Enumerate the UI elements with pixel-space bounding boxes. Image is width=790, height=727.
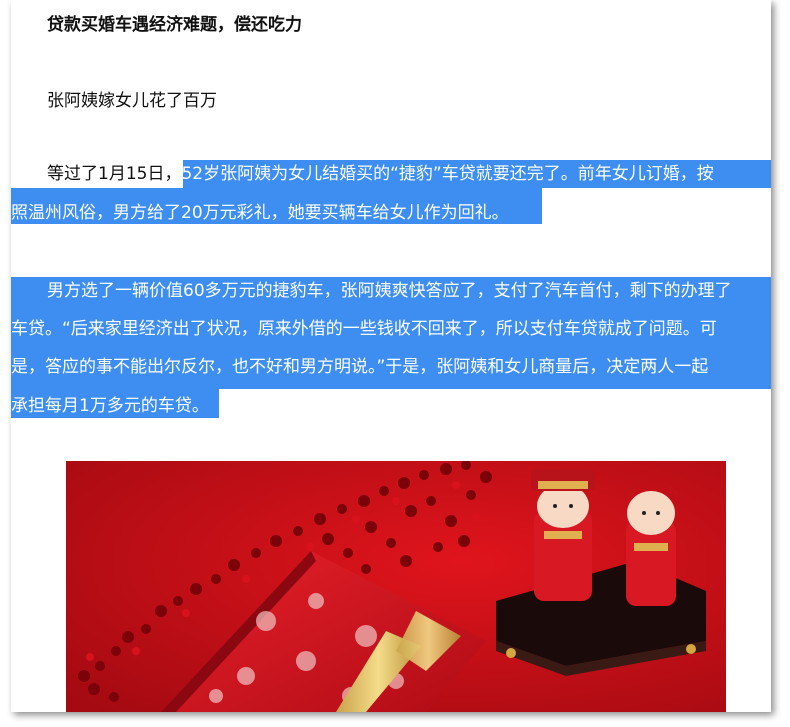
groom-figurine — [531, 469, 595, 601]
wedding-gift-photo — [66, 461, 726, 712]
paragraph-2-line-1[interactable]: 男方选了一辆价值60多万元的捷豹车，张阿姨爽快答应了，支付了汽车首付，剩下的办理… — [47, 280, 732, 302]
paragraph-1-line-2[interactable]: 照温州风俗，男方给了20万元彩礼，她要买辆车给女儿作为回礼。 — [11, 202, 509, 224]
article-subheading: 张阿姨嫁女儿花了百万 — [47, 91, 217, 111]
paragraph-2-line-3[interactable]: 是，答应的事不能出尔反尔，也不好和男方明说。”于是，张阿姨和女儿商量后，决定两人… — [11, 356, 708, 378]
paragraph-1-selected-text: 52岁张阿姨为女儿结婚买的“捷豹”车贷就要还完了。前年女儿订婚，按 — [181, 164, 714, 184]
paragraph-2-line-2[interactable]: 车贷。“后来家里经济出了状况，原来外借的一些钱收不回来了，所以支付车贷就成了问题… — [11, 318, 717, 340]
wedding-gift-illustration — [66, 461, 726, 712]
paragraph-1-line-1[interactable]: 等过了1月15日，52岁张阿姨为女儿结婚买的“捷豹”车贷就要还完了。前年女儿订婚… — [47, 163, 714, 185]
paragraph-2-line-4[interactable]: 承担每月1万多元的车贷。 — [11, 395, 209, 417]
paragraph-1-unselected-text: 等过了1月15日， — [47, 164, 182, 184]
document-page: 贷款买婚车遇经济难题，偿还吃力 张阿姨嫁女儿花了百万 等过了1月15日，52岁张… — [11, 0, 771, 712]
article-heading: 贷款买婚车遇经济难题，偿还吃力 — [47, 15, 302, 35]
